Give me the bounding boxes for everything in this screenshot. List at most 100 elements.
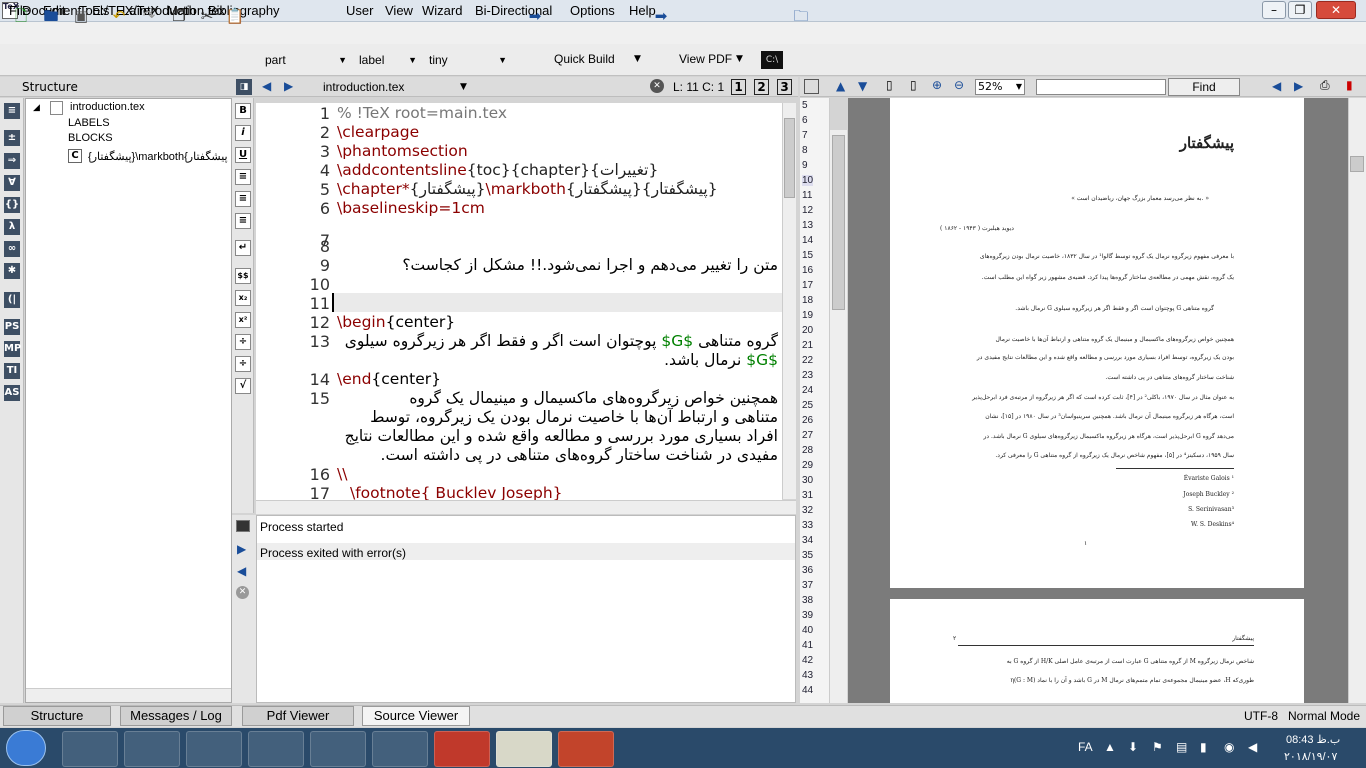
pdf-line-number[interactable]: 27 [802, 430, 813, 441]
align-right-icon[interactable]: ≡ [235, 213, 251, 229]
clock-date[interactable]: ۲۰۱۸/۱۹/۰۷ [1284, 750, 1337, 763]
zoom-in-icon[interactable]: ⊕ [932, 78, 942, 92]
zoom-combo[interactable]: 52% ▼ [975, 79, 1025, 95]
pdf-line-number[interactable]: 39 [802, 610, 813, 621]
download-icon[interactable]: ⬇ [1128, 740, 1138, 754]
undo-icon[interactable]: ↶ [108, 5, 130, 27]
tree-expand-icon[interactable]: ◢ [33, 103, 40, 113]
pdf-line-number[interactable]: 19 [802, 310, 813, 321]
pdf-line-number[interactable]: 16 [802, 265, 813, 276]
texmaker-task[interactable] [496, 731, 552, 767]
flag-icon[interactable]: ⚑ [1152, 740, 1163, 754]
chevron-down-icon[interactable]: ▼ [634, 54, 641, 64]
fraction-icon[interactable]: ÷ [235, 334, 251, 350]
stop-process-icon[interactable]: ✕ [236, 586, 249, 599]
pdf-line-number[interactable]: 9 [802, 160, 808, 171]
snipping-tool-task[interactable] [310, 731, 366, 767]
cut-icon[interactable]: ✂ [196, 5, 218, 27]
chevron-down-icon[interactable]: ▼ [460, 82, 467, 92]
tab-source-viewer[interactable]: Source Viewer [362, 706, 470, 726]
pdf-line-number[interactable]: 34 [802, 535, 813, 546]
signal-icon[interactable]: ▮ [1200, 740, 1207, 754]
pdf-vscroll[interactable] [1348, 98, 1366, 703]
pdf-line-number[interactable]: 32 [802, 505, 813, 516]
print-icon[interactable]: ⎙ [1320, 78, 1330, 93]
tray-overflow-icon[interactable]: ▲ [1104, 740, 1116, 754]
find-input[interactable] [1036, 79, 1166, 95]
pdf-line-number[interactable]: 14 [802, 235, 813, 246]
start-button[interactable] [6, 730, 46, 766]
pdf-line-number[interactable]: 18 [802, 295, 813, 306]
save-icon[interactable]: ▣ [70, 5, 92, 27]
copy-icon[interactable]: ❐ [168, 5, 190, 27]
greek-letters-icon[interactable]: λ [4, 219, 20, 235]
tikz-icon[interactable]: TI [4, 363, 20, 379]
next-doc-icon[interactable]: ▶ [284, 79, 293, 93]
pdf-line-number[interactable]: 37 [802, 580, 813, 591]
tree-labels[interactable]: LABELS [68, 117, 110, 129]
menu-user[interactable]: User [346, 3, 373, 18]
pdf-line-number[interactable]: 41 [802, 640, 813, 651]
menu-wizard[interactable]: Wizard [422, 3, 462, 18]
open-file-icon[interactable]: 🖿 [40, 5, 62, 27]
pdf-line-number[interactable]: 29 [802, 460, 813, 471]
view-arrow-icon[interactable]: ➡ [650, 5, 672, 27]
calculator-task[interactable] [186, 731, 242, 767]
bookmarks-icon[interactable]: ◨ [236, 79, 252, 95]
down-arrow-icon[interactable]: ▼ [858, 79, 867, 93]
tree-chapter[interactable]: {پیشگفتار}\markboth{پیشگفتار [88, 150, 228, 163]
split-1-button[interactable]: 1 [731, 79, 746, 95]
next-error-icon[interactable]: ▶ [237, 542, 246, 556]
explorer-task[interactable] [62, 731, 118, 767]
previous-doc-icon[interactable]: ◀ [262, 79, 271, 93]
new-file-icon[interactable]: 🗋 [10, 5, 32, 27]
dfrac-icon[interactable]: ÷ [235, 356, 251, 372]
pdf-line-number[interactable]: 36 [802, 565, 813, 576]
editor-filename[interactable]: introduction.tex [323, 80, 404, 94]
infinity-symbols-icon[interactable]: ∞ [4, 241, 20, 257]
language-indicator[interactable]: FA [1078, 740, 1093, 754]
pdf-line-number[interactable]: 5 [802, 100, 808, 111]
italic-icon[interactable]: i [235, 125, 251, 141]
pdf-line-number[interactable]: 26 [802, 415, 813, 426]
label-combo[interactable]: label ▼ [356, 50, 420, 70]
align-left-icon[interactable]: ≡ [235, 169, 251, 185]
find-button[interactable]: Find [1168, 78, 1240, 96]
office-task[interactable] [434, 731, 490, 767]
pdf-line-number[interactable]: 6 [802, 115, 808, 126]
pdf-line-number[interactable]: 13 [802, 220, 813, 231]
pdf-forward-icon[interactable]: ▶ [1294, 79, 1303, 93]
pdf-line-number[interactable]: 38 [802, 595, 813, 606]
terminal-icon[interactable]: C:\ [761, 51, 783, 69]
code-editor[interactable]: % !TeX root=main.tex \clearpage \phantom… [332, 103, 782, 500]
page-icon[interactable]: ▯ [886, 78, 893, 92]
close-document-icon[interactable]: ✕ [650, 79, 664, 93]
encoding-status[interactable]: UTF-8 [1244, 709, 1278, 723]
superscript-icon[interactable]: x² [235, 312, 251, 328]
tab-messages-log[interactable]: Messages / Log [120, 706, 232, 726]
chrome-task[interactable] [124, 731, 180, 767]
pdf-line-number[interactable]: 33 [802, 520, 813, 531]
pdf-line-number[interactable]: 24 [802, 385, 813, 396]
minimize-icon[interactable]: – [1262, 1, 1286, 19]
pdf-line-number[interactable]: 28 [802, 445, 813, 456]
part-combo[interactable]: part ▼ [262, 50, 350, 70]
sqrt-icon[interactable]: √ [235, 378, 251, 394]
log-icon[interactable] [236, 520, 250, 532]
math-mode-icon[interactable]: $$ [235, 268, 251, 284]
sync-icon[interactable]: ◉ [1224, 740, 1234, 754]
pdf-line-number[interactable]: 15 [802, 250, 813, 261]
user-tags-icon[interactable]: (| [4, 292, 20, 308]
underline-icon[interactable]: U [235, 147, 251, 163]
pstricks-icon[interactable]: PS [4, 319, 20, 335]
tree-file[interactable]: introduction.tex [70, 101, 145, 113]
restore-icon[interactable]: ❐ [1288, 1, 1312, 19]
zoom-out-icon[interactable]: ⊖ [954, 78, 964, 92]
external-viewer-icon[interactable]: ▮ [1346, 78, 1353, 92]
pdf-line-number[interactable]: 17 [802, 280, 813, 291]
pdf-line-number[interactable]: 25 [802, 400, 813, 411]
menu-options[interactable]: Options [570, 3, 615, 18]
arrow-symbols-icon[interactable]: ⇒ [4, 153, 20, 169]
open-folder-icon[interactable]: 🗀 [790, 5, 812, 27]
pdf-line-number[interactable]: 42 [802, 655, 813, 666]
